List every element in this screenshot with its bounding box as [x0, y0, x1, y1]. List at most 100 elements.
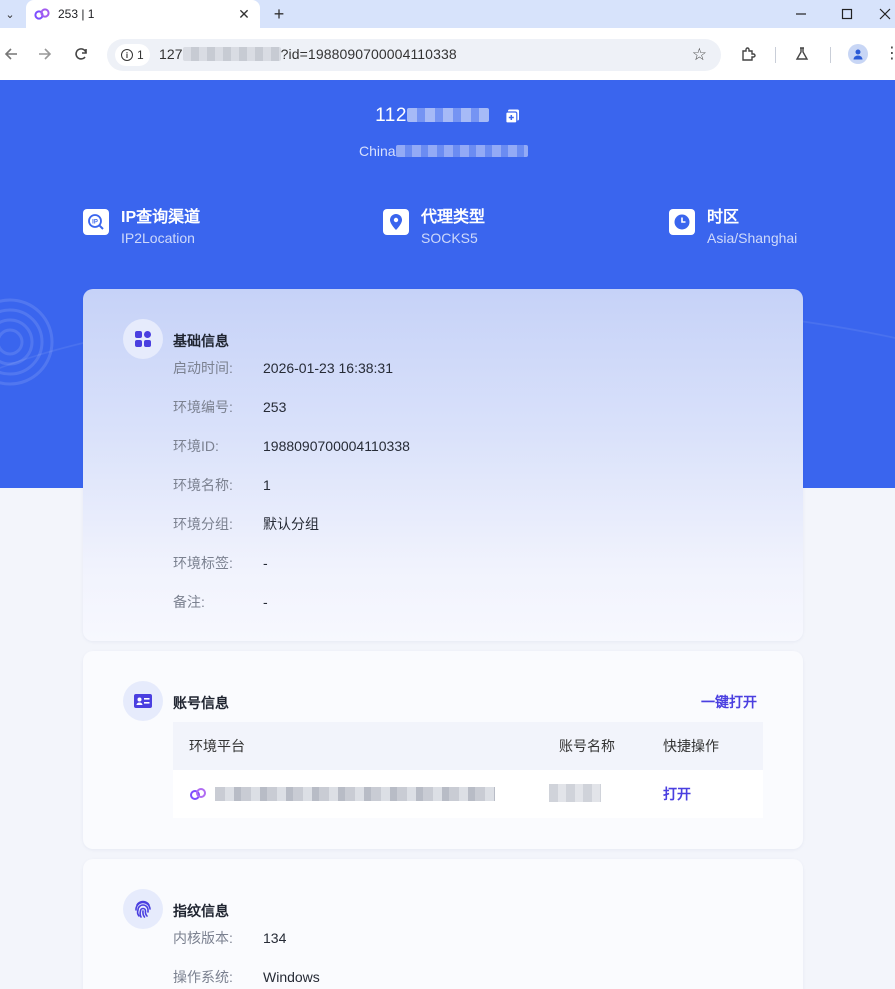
account-table: 环境平台 账号名称 快捷操作 打开 [173, 722, 763, 818]
new-tab-button[interactable]: + [268, 3, 290, 25]
url-query: ?id=1988090700004110338 [280, 46, 457, 62]
info-row: 备注: - [173, 592, 268, 612]
table-header: 环境平台 账号名称 快捷操作 [173, 722, 763, 770]
account-info-card: 账号信息 一键打开 环境平台 账号名称 快捷操作 打开 [83, 651, 803, 849]
fingerprint-decoration-icon [0, 298, 54, 386]
labs-button[interactable] [791, 43, 813, 65]
info-key: 环境标签: [173, 555, 233, 571]
section-icon [123, 681, 163, 721]
person-icon [853, 49, 863, 60]
info-value: - [263, 555, 268, 571]
url-text[interactable]: 127 ?id=1988090700004110338 [159, 46, 457, 62]
stat-label: IP查询渠道 [121, 209, 201, 226]
section-icon [123, 319, 163, 359]
proxy-ip: 112 [375, 105, 489, 127]
url-host: 127 [159, 46, 183, 62]
back-arrow-icon [4, 48, 17, 60]
table-row: 打开 [173, 770, 763, 818]
tab-title: 253 | 1 [58, 7, 95, 21]
open-account-button[interactable]: 打开 [663, 786, 691, 802]
reload-button[interactable] [70, 43, 92, 65]
minimize-button[interactable] [789, 3, 813, 25]
flask-icon [795, 47, 809, 60]
info-row: 环境分组: 默认分组 [173, 514, 319, 534]
info-key: 备注: [173, 594, 205, 610]
info-row: 启动时间: 2026-01-23 16:38:31 [173, 358, 393, 378]
basic-info-card: 基础信息 启动时间: 2026-01-23 16:38:31 环境编号: 253 环… [83, 289, 803, 641]
tab-search-icon[interactable]: ⌄ [0, 4, 20, 24]
forward-arrow-icon [39, 48, 52, 60]
fingerprint-icon [135, 900, 151, 918]
info-value: 134 [263, 930, 287, 946]
browser-toolbar: i 1 127 ?id=1988090700004110338 ☆ ⋮ [0, 28, 895, 80]
info-row: 环境ID: 1988090700004110338 [173, 436, 410, 456]
app-logo-icon [34, 8, 50, 20]
info-row: 操作系统: Windows [173, 967, 320, 987]
basic-info-title: 基础信息 [173, 333, 229, 349]
stat-value: IP2Location [121, 230, 195, 246]
info-value: 1988090700004110338 [263, 438, 410, 454]
svg-text:IP: IP [92, 219, 98, 225]
info-key: 环境ID: [173, 438, 219, 454]
info-key: 内核版本: [173, 930, 233, 946]
info-value: Windows [263, 969, 320, 985]
copy-icon[interactable] [505, 109, 520, 124]
section-icon [123, 889, 163, 929]
info-row: 内核版本: 134 [173, 928, 286, 948]
puzzle-icon [742, 47, 756, 61]
column-header-platform: 环境平台 [189, 738, 245, 754]
close-window-button[interactable] [873, 3, 895, 25]
browser-menu-icon[interactable]: ⋮ [884, 43, 895, 63]
stat-label: 时区 [707, 209, 740, 226]
address-bar[interactable]: i 1 127 ?id=1988090700004110338 ☆ [107, 39, 721, 71]
info-row: 环境编号: 253 [173, 397, 286, 417]
info-icon: i [121, 49, 133, 61]
info-key: 环境分组: [173, 516, 233, 532]
account-info-title: 账号信息 [173, 695, 229, 711]
stat-label: 代理类型 [421, 209, 486, 226]
url-redacted [182, 47, 281, 61]
stat-value: SOCKS5 [421, 230, 478, 246]
extensions-button[interactable] [737, 43, 759, 65]
location-country: China [359, 143, 396, 159]
stat-ip-channel: IP IP查询渠道 IP2Location [83, 208, 200, 248]
tab-strip: ⌄ 253 | 1 ✕ + [0, 0, 895, 28]
account-name-cell [549, 783, 663, 805]
id-card-icon [134, 694, 152, 708]
platform-redacted [215, 787, 495, 801]
ip-redacted [406, 108, 489, 122]
tab-close-icon[interactable]: ✕ [234, 4, 254, 24]
location-redacted [395, 145, 528, 157]
site-info-button[interactable]: i 1 [115, 44, 150, 66]
fingerprint-info-card: 指纹信息 内核版本: 134 操作系统: Windows [83, 859, 803, 989]
proxy-ip-row: 112 [0, 105, 895, 127]
bookmark-star-icon[interactable]: ☆ [692, 45, 707, 65]
info-key: 启动时间: [173, 360, 233, 376]
forward-button[interactable] [34, 43, 56, 65]
fingerprint-info-title: 指纹信息 [173, 903, 229, 919]
close-icon [879, 8, 891, 20]
site-info-count: 1 [137, 48, 144, 62]
info-row: 环境标签: - [173, 553, 268, 573]
info-value: 253 [263, 399, 287, 415]
maximize-icon [841, 8, 853, 20]
info-value: 默认分组 [263, 516, 319, 532]
back-button[interactable] [0, 43, 22, 65]
toolbar-divider [775, 47, 776, 63]
clock-icon [669, 209, 695, 235]
profile-avatar[interactable] [848, 44, 868, 64]
tab-active[interactable]: 253 | 1 ✕ [26, 0, 260, 28]
ip-search-icon: IP [83, 209, 109, 235]
stat-proxy-type: 代理类型 SOCKS5 [383, 208, 485, 248]
open-all-button[interactable]: 一键打开 [701, 692, 757, 712]
info-value: - [263, 594, 268, 610]
apps-grid-icon [135, 331, 151, 347]
column-header-account-name: 账号名称 [559, 738, 615, 754]
info-value: 2026-01-23 16:38:31 [263, 360, 393, 376]
info-key: 操作系统: [173, 969, 233, 985]
minimize-icon [796, 13, 806, 15]
maximize-button[interactable] [835, 3, 859, 25]
info-key: 环境编号: [173, 399, 233, 415]
toolbar-divider [830, 47, 831, 63]
location-pin-icon [383, 209, 409, 235]
